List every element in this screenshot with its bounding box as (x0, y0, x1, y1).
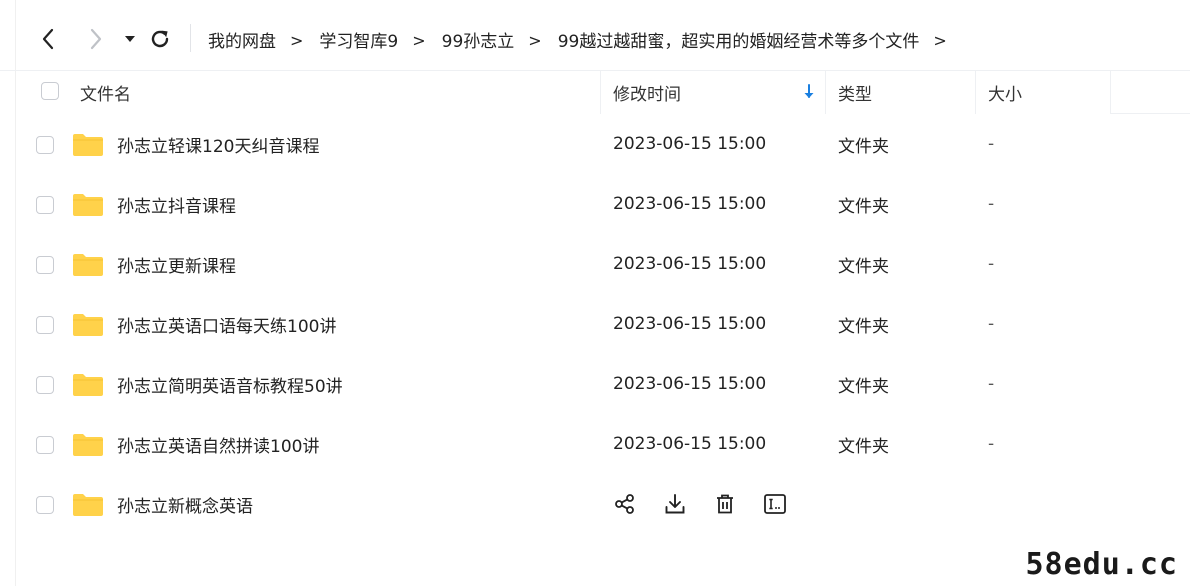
file-name[interactable]: 孙志立抖音课程 (117, 174, 236, 234)
file-name[interactable]: 孙志立轻课120天纠音课程 (117, 114, 319, 174)
column-header-modified[interactable]: 修改时间 (613, 70, 681, 114)
chevron-right-icon[interactable] (84, 26, 108, 52)
breadcrumb-separator: > (528, 30, 542, 50)
row-checkbox[interactable] (36, 136, 54, 154)
refresh-icon[interactable] (147, 26, 173, 52)
row-actions (612, 474, 812, 534)
select-all-checkbox[interactable] (41, 82, 59, 100)
table-row[interactable]: 孙志立英语口语每天练100讲 2023-06-15 15:00 文件夹 - (0, 294, 1190, 354)
row-checkbox[interactable] (36, 196, 54, 214)
file-name[interactable]: 孙志立更新课程 (117, 234, 236, 294)
column-header-type[interactable]: 类型 (838, 70, 872, 114)
file-name[interactable]: 孙志立简明英语音标教程50讲 (117, 354, 343, 414)
arrow-down-icon[interactable] (802, 82, 816, 102)
file-type: 文件夹 (838, 256, 889, 277)
toolbar-divider (190, 24, 191, 52)
file-modified: 2023-06-15 15:00 (613, 374, 767, 394)
download-icon[interactable] (662, 491, 688, 517)
file-name[interactable]: 孙志立新概念英语 (117, 474, 253, 534)
table-row[interactable]: 孙志立简明英语音标教程50讲 2023-06-15 15:00 文件夹 - (0, 354, 1190, 414)
file-type: 文件夹 (838, 196, 889, 217)
folder-icon (73, 194, 103, 216)
folder-icon (73, 254, 103, 276)
file-modified: 2023-06-15 15:00 (613, 194, 767, 214)
file-type: 文件夹 (838, 316, 889, 337)
breadcrumb-item-library[interactable]: 学习智库9 (319, 27, 398, 52)
caret-down-icon[interactable] (120, 30, 140, 48)
table-row[interactable]: 孙志立英语自然拼读100讲 2023-06-15 15:00 文件夹 - (0, 414, 1190, 474)
file-name[interactable]: 孙志立英语自然拼读100讲 (117, 414, 319, 474)
file-modified: 2023-06-15 15:00 (613, 314, 767, 334)
file-table-header: 文件名 修改时间 类型 大小 (0, 70, 1190, 114)
column-header-name[interactable]: 文件名 (80, 70, 131, 114)
column-divider[interactable] (825, 70, 826, 114)
folder-icon (73, 494, 103, 516)
file-size: - (988, 374, 995, 394)
row-checkbox[interactable] (36, 376, 54, 394)
column-divider[interactable] (1110, 70, 1111, 114)
table-row-hovered[interactable]: 孙志立新概念英语 (0, 474, 1190, 534)
breadcrumb-separator: > (412, 30, 426, 50)
breadcrumb-item-root[interactable]: 我的网盘 (208, 27, 276, 52)
breadcrumb-separator: > (290, 30, 304, 50)
file-modified: 2023-06-15 15:00 (613, 134, 767, 154)
file-name[interactable]: 孙志立英语口语每天练100讲 (117, 294, 336, 354)
navigation-toolbar: 我的网盘 > 学习智库9 > 99孙志立 > 99越过越甜蜜，超实用的婚姻经营术… (0, 0, 1190, 71)
folder-icon (73, 134, 103, 156)
folder-icon (73, 434, 103, 456)
chevron-left-icon[interactable] (36, 26, 60, 52)
watermark-logo: 58edu.cc (1025, 547, 1178, 582)
table-row[interactable]: 孙志立抖音课程 2023-06-15 15:00 文件夹 - (0, 174, 1190, 234)
column-divider[interactable] (600, 70, 601, 114)
table-row[interactable]: 孙志立轻课120天纠音课程 2023-06-15 15:00 文件夹 - (0, 114, 1190, 174)
file-size: - (988, 314, 995, 334)
file-modified: 2023-06-15 15:00 (613, 434, 767, 454)
folder-icon (73, 374, 103, 396)
folder-icon (73, 314, 103, 336)
row-checkbox[interactable] (36, 436, 54, 454)
file-modified: 2023-06-15 15:00 (613, 254, 767, 274)
file-size: - (988, 194, 995, 214)
breadcrumb-separator: > (933, 30, 947, 50)
file-size: - (988, 434, 995, 454)
breadcrumb-item-current[interactable]: 99越过越甜蜜，超实用的婚姻经营术等多个文件 (558, 27, 920, 52)
table-row[interactable]: 孙志立更新课程 2023-06-15 15:00 文件夹 - (0, 234, 1190, 294)
delete-icon[interactable] (712, 491, 738, 517)
column-divider[interactable] (975, 70, 976, 114)
file-size: - (988, 134, 995, 154)
breadcrumb-item-author[interactable]: 99孙志立 (442, 27, 515, 52)
row-checkbox[interactable] (36, 496, 54, 514)
share-icon[interactable] (612, 491, 638, 517)
row-checkbox[interactable] (36, 256, 54, 274)
column-header-size[interactable]: 大小 (988, 70, 1022, 114)
row-checkbox[interactable] (36, 316, 54, 334)
file-type: 文件夹 (838, 136, 889, 157)
breadcrumb: 我的网盘 > 学习智库9 > 99孙志立 > 99越过越甜蜜，超实用的婚姻经营术… (208, 22, 963, 56)
file-type: 文件夹 (838, 436, 889, 457)
file-type: 文件夹 (838, 376, 889, 397)
rename-icon[interactable] (762, 491, 788, 517)
file-size: - (988, 254, 995, 274)
